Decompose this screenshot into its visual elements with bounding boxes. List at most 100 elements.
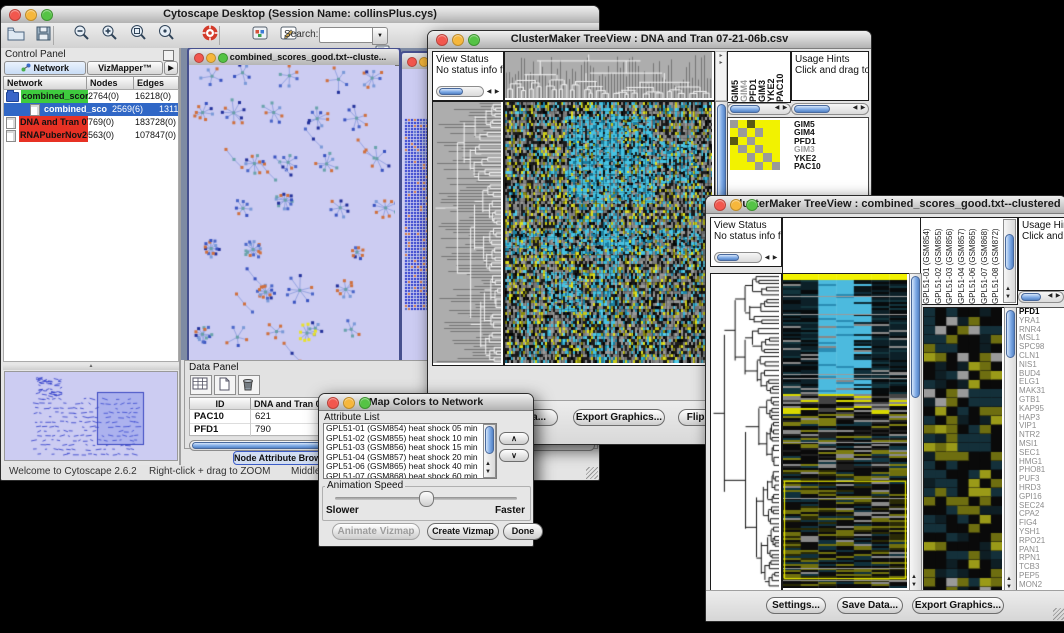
close-button[interactable] <box>9 9 21 21</box>
search-input[interactable] <box>319 27 373 43</box>
tv1-column-label[interactable]: GIM4 <box>739 56 748 102</box>
tv2-zoom-heatmap-canvas[interactable] <box>924 308 1002 590</box>
minimize-button[interactable] <box>206 53 216 63</box>
zoom-button[interactable] <box>746 199 758 211</box>
network-col-header[interactable]: Network <box>3 76 87 90</box>
attribute-list-item[interactable]: GPL51-06 (GSM865) heat shock 40 min <box>324 462 496 472</box>
tv1-zoom-cell[interactable] <box>738 137 746 145</box>
network-row[interactable]: DNA and Tran 07769(0)183728(0) <box>4 116 178 129</box>
open-session-button[interactable] <box>5 23 27 43</box>
tv2-column-label[interactable]: GPL51-02 (GSM855) <box>934 222 946 304</box>
scroll-right-icon[interactable]: ▶ <box>493 89 501 96</box>
minimize-button[interactable] <box>343 397 355 409</box>
tv1-zoom-cell[interactable] <box>730 162 738 170</box>
delete-attribute-icon[interactable] <box>238 375 260 395</box>
tv2-save-data-button[interactable]: Save Data... <box>837 597 903 614</box>
plugin-icon[interactable] <box>249 23 271 43</box>
main-titlebar[interactable]: Cytoscape Desktop (Session Name: collins… <box>1 6 599 24</box>
tv1-export-graphics-button[interactable]: Export Graphics... <box>573 409 665 426</box>
scrollbar-thumb[interactable] <box>794 105 830 113</box>
tab-overflow-button[interactable]: ▶ <box>164 61 178 75</box>
zoom-button[interactable] <box>41 9 53 21</box>
tv2-heatmap-canvas[interactable] <box>783 274 907 588</box>
scroll-up-icon[interactable]: ▲ <box>1004 286 1012 293</box>
network-view-1-titlebar[interactable]: combined_scores_good.txt--cluste... <box>189 49 399 66</box>
tv1-zoom-cell[interactable] <box>747 162 755 170</box>
scroll-down-icon[interactable]: ▼ <box>484 469 492 476</box>
tv1-zoom-matrix[interactable] <box>730 120 780 170</box>
zoom-button[interactable] <box>218 53 228 63</box>
close-button[interactable] <box>194 53 204 63</box>
tv2-hints-hscrollbar[interactable]: ◀ ▶ <box>1018 291 1064 303</box>
tv1-zoom-cell[interactable] <box>763 128 771 136</box>
minimize-button[interactable] <box>25 9 37 21</box>
node-attribute-browser-tab[interactable]: Node Attribute Brows <box>233 451 323 465</box>
tv1-zoom-cell[interactable] <box>730 145 738 153</box>
tv1-row-dendrogram-canvas[interactable] <box>433 102 501 363</box>
overview-splitter[interactable]: ▲ <box>3 364 179 370</box>
scroll-right-icon[interactable]: ▶ <box>771 255 779 262</box>
search-dropdown-button[interactable]: ▼ <box>372 27 388 45</box>
resize-grip[interactable] <box>586 467 598 479</box>
tv1-zoom-cell[interactable] <box>755 128 763 136</box>
scrollbar-thumb[interactable] <box>439 88 463 95</box>
scroll-left-icon[interactable]: ◀ <box>1046 293 1054 300</box>
scroll-up-icon[interactable]: ▲ <box>910 574 918 581</box>
tv1-column-label[interactable]: YKE2 <box>766 56 775 102</box>
minimize-button[interactable] <box>452 34 464 46</box>
tv1-zoom-cell[interactable] <box>738 128 746 136</box>
network-overview[interactable] <box>4 371 178 461</box>
tv1-zoom-cell[interactable] <box>738 120 746 128</box>
tv1-zoom-cell[interactable] <box>747 145 755 153</box>
tv1-zoom-cell[interactable] <box>755 162 763 170</box>
attribute-list-item[interactable]: GPL51-02 (GSM855) heat shock 10 min <box>324 434 496 444</box>
tv1-zoom-cell[interactable] <box>738 162 746 170</box>
tv1-zoom-cell[interactable] <box>755 137 763 145</box>
tv1-zoom-cell[interactable] <box>772 153 780 161</box>
scrollbar-thumb[interactable] <box>1005 234 1014 270</box>
scrollbar-thumb[interactable] <box>1021 293 1041 301</box>
zoom-fit-icon[interactable] <box>128 23 150 43</box>
scroll-right-icon[interactable]: ▶ <box>1054 293 1062 300</box>
tab-vizmapper[interactable]: VizMapper™ <box>87 61 163 75</box>
tv1-zoom-cell[interactable] <box>763 145 771 153</box>
tv2-column-label[interactable]: GPL51-06 (GSM865) <box>968 222 980 304</box>
tv1-heatmap[interactable] <box>504 101 715 366</box>
tv1-row-dendrogram[interactable] <box>432 101 504 366</box>
tv1-status-hscrollbar[interactable] <box>436 86 484 97</box>
tv1-column-dendrogram-canvas[interactable] <box>505 52 712 98</box>
tv1-zoom-cell[interactable] <box>763 137 771 145</box>
zoom-selected-icon[interactable] <box>156 23 178 43</box>
scrollbar-thumb[interactable] <box>1006 310 1015 358</box>
minimize-button[interactable] <box>730 199 742 211</box>
tv1-column-dendrogram[interactable] <box>504 51 715 101</box>
tv1-zoom-cell[interactable] <box>730 137 738 145</box>
done-button[interactable]: Done <box>503 523 543 540</box>
tv1-splitter-arrows[interactable]: ▸▸ <box>715 51 727 101</box>
network-view-window-1[interactable]: combined_scores_good.txt--cluste... <box>187 48 401 360</box>
tv2-column-label[interactable]: GPL51-07 (GSM868) <box>980 222 992 304</box>
scroll-up-icon[interactable]: ▲ <box>1005 576 1013 583</box>
tv1-heatmap-canvas[interactable] <box>505 102 712 363</box>
tv1-labels-hscrollbar[interactable]: ◀ ▶ <box>727 103 791 115</box>
tv1-column-label[interactable]: GIM5 <box>730 56 739 102</box>
attribute-list-item[interactable]: GPL51-03 (GSM856) heat shock 15 min <box>324 443 496 453</box>
tv1-zoom-cell[interactable] <box>772 137 780 145</box>
network-row[interactable]: combined_sco2569(6)13112(15) <box>4 103 178 116</box>
float-panel-icon[interactable] <box>163 50 174 61</box>
tv2-labels-vscrollbar[interactable]: ▲ ▼ <box>1003 219 1016 303</box>
scrollbar-thumb[interactable] <box>911 276 920 398</box>
zoom-in-icon[interactable] <box>99 23 121 43</box>
tv1-zoom-cell[interactable] <box>772 162 780 170</box>
tv2-zoom-heatmap[interactable] <box>923 307 1005 593</box>
move-up-button[interactable]: ∧ <box>499 432 529 445</box>
tv2-settings-button[interactable]: Settings... <box>766 597 826 614</box>
treeview1-titlebar[interactable]: ClusterMaker TreeView : DNA and Tran 07-… <box>428 31 871 49</box>
attribute-list-item[interactable]: GPL51-04 (GSM857) heat shock 20 min <box>324 453 496 463</box>
tv1-zoom-cell[interactable] <box>763 120 771 128</box>
tv1-column-label[interactable]: GIM3 <box>757 56 766 102</box>
zoom-out-icon[interactable] <box>71 23 93 43</box>
tv2-column-label[interactable]: GPL51-03 (GSM856) <box>945 222 957 304</box>
scrollbar-thumb[interactable] <box>730 105 760 113</box>
tv1-zoom-cell[interactable] <box>747 128 755 136</box>
